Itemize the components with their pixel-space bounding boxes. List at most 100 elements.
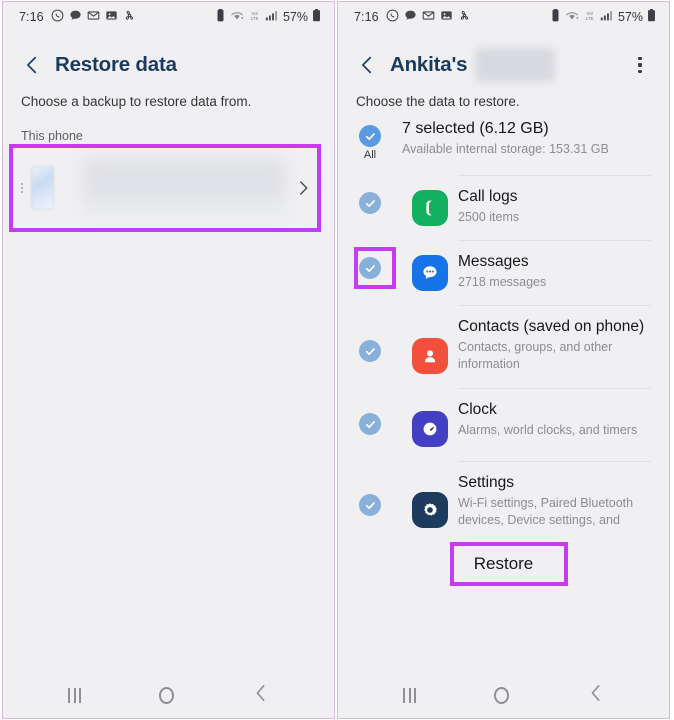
svg-text:LTE: LTE — [251, 16, 259, 21]
home-icon[interactable] — [159, 686, 175, 704]
page-title: Restore data — [55, 53, 177, 76]
share-icon — [458, 9, 471, 25]
svg-text:LTE: LTE — [586, 16, 594, 21]
status-bar-time: 7:16 — [354, 10, 379, 24]
nav-bar-left — [3, 672, 334, 718]
item-text: Messages 2718 messages — [458, 241, 651, 291]
share-icon — [123, 9, 136, 25]
icon-column — [402, 389, 458, 447]
battery-percent-label: 57% — [282, 10, 308, 24]
select-all-text: 7 selected (6.12 GB) Available internal … — [402, 109, 651, 158]
item-checkbox[interactable] — [359, 413, 381, 435]
right-subtitle: Choose the data to restore. — [356, 94, 520, 109]
volte-icon: Vol LTE — [248, 9, 261, 25]
item-title: Messages — [458, 253, 529, 270]
left-body: This phone — [3, 109, 334, 672]
volte-icon: Vol LTE — [583, 9, 596, 25]
item-subtitle: Wi-Fi settings, Paired Bluetooth devices… — [458, 495, 634, 530]
icon-column — [402, 241, 458, 291]
checkbox-column — [338, 176, 402, 214]
thumbnail-dots-icon — [21, 183, 23, 193]
whatsapp-icon — [386, 9, 399, 25]
signal-icon — [600, 9, 613, 25]
item-checkbox[interactable] — [359, 192, 381, 214]
recents-icon[interactable] — [403, 687, 417, 703]
selected-summary-title: 7 selected (6.12 GB) — [402, 120, 549, 137]
messages-icon — [412, 255, 448, 291]
item-subtitle: 2718 messages — [458, 274, 547, 289]
right-body: All 7 selected (6.12 GB) Available inter… — [338, 109, 669, 672]
gmail-icon — [422, 9, 435, 25]
right-phone-screenshot: 7:16 Vol LTE 57% Ankita's Choose the dat… — [337, 1, 670, 719]
list-item-messages[interactable]: Messages 2718 messages — [338, 241, 669, 291]
signal-icon — [265, 9, 278, 25]
list-item-contacts[interactable]: Contacts (saved on phone) Contacts, grou… — [338, 306, 669, 374]
call-logs-icon — [412, 190, 448, 226]
contacts-icon — [412, 338, 448, 374]
home-icon[interactable] — [494, 686, 510, 704]
status-bar-notification-icons — [51, 9, 136, 25]
item-subtitle: 2500 items — [458, 209, 520, 224]
whatsapp-icon — [51, 9, 64, 25]
chat-bubble-icon — [69, 9, 82, 25]
status-bar-left: 7:16 Vol LTE 57% — [3, 2, 334, 32]
section-label-this-phone: This phone — [21, 129, 83, 143]
item-subtitle: Contacts, groups, and other information — [458, 339, 613, 371]
icon-column — [402, 306, 458, 374]
status-bar-time: 7:16 — [19, 10, 44, 24]
clock-icon — [412, 411, 448, 447]
item-text: Settings Wi-Fi settings, Paired Bluetoot… — [458, 462, 651, 530]
checkbox-column — [338, 462, 402, 516]
device-name-redacted — [83, 157, 286, 219]
back-icon[interactable] — [588, 684, 604, 707]
status-bar-notification-icons — [386, 9, 471, 25]
page-title: Ankita's — [390, 53, 468, 76]
gallery-icon — [105, 9, 118, 25]
restore-button-area: Restore — [338, 530, 669, 586]
left-phone-screenshot: 7:16 Vol LTE 57% Restore data Choose a b… — [2, 1, 335, 719]
item-title: Clock — [458, 401, 497, 418]
left-app-header: Restore data — [3, 32, 334, 82]
backup-device-row[interactable] — [11, 149, 326, 227]
icon-column — [402, 176, 458, 226]
status-bar-right: 7:16 Vol LTE 57% — [338, 2, 669, 32]
select-all-checkbox[interactable] — [359, 125, 381, 147]
recents-icon[interactable] — [68, 687, 82, 703]
back-icon[interactable] — [253, 684, 269, 707]
phone-thumbnail-image — [21, 160, 59, 216]
left-subtitle: Choose a backup to restore data from. — [21, 94, 252, 109]
item-text: Call logs 2500 items — [458, 176, 651, 226]
available-storage-label: Available internal storage: 153.31 GB — [402, 141, 609, 156]
list-item-settings[interactable]: Settings Wi-Fi settings, Paired Bluetoot… — [338, 462, 669, 530]
icon-column — [402, 462, 458, 528]
wifi-icon — [230, 9, 244, 25]
select-all-checkbox-column: All — [338, 109, 402, 161]
item-checkbox[interactable] — [359, 494, 381, 516]
item-checkbox[interactable] — [359, 257, 381, 279]
select-all-row[interactable]: All 7 selected (6.12 GB) Available inter… — [338, 109, 669, 161]
status-bar-system-icons: Vol LTE 57% — [215, 9, 321, 25]
checkbox-column — [338, 389, 402, 435]
select-all-label: All — [363, 149, 377, 161]
item-title: Settings — [458, 474, 515, 491]
battery-icon — [312, 9, 321, 25]
chevron-right-icon — [294, 179, 312, 197]
back-chevron-icon[interactable] — [21, 54, 43, 76]
nav-bar-right — [338, 672, 669, 718]
wifi-icon — [565, 9, 579, 25]
gmail-icon — [87, 9, 100, 25]
back-chevron-icon[interactable] — [356, 54, 378, 76]
alarm-icon — [215, 9, 226, 25]
list-item-clock[interactable]: Clock Alarms, world clocks, and timers — [338, 389, 669, 447]
settings-gear-icon — [412, 492, 448, 528]
svg-text:Vol: Vol — [586, 11, 592, 16]
item-title: Contacts (saved on phone) — [458, 318, 645, 335]
kebab-menu-icon[interactable] — [629, 52, 651, 78]
restore-button[interactable]: Restore — [448, 546, 560, 582]
svg-text:Vol: Vol — [251, 11, 257, 16]
battery-icon — [647, 9, 656, 25]
alarm-icon — [550, 9, 561, 25]
chat-bubble-icon — [404, 9, 417, 25]
list-item-call-logs[interactable]: Call logs 2500 items — [338, 176, 669, 226]
item-checkbox[interactable] — [359, 340, 381, 362]
